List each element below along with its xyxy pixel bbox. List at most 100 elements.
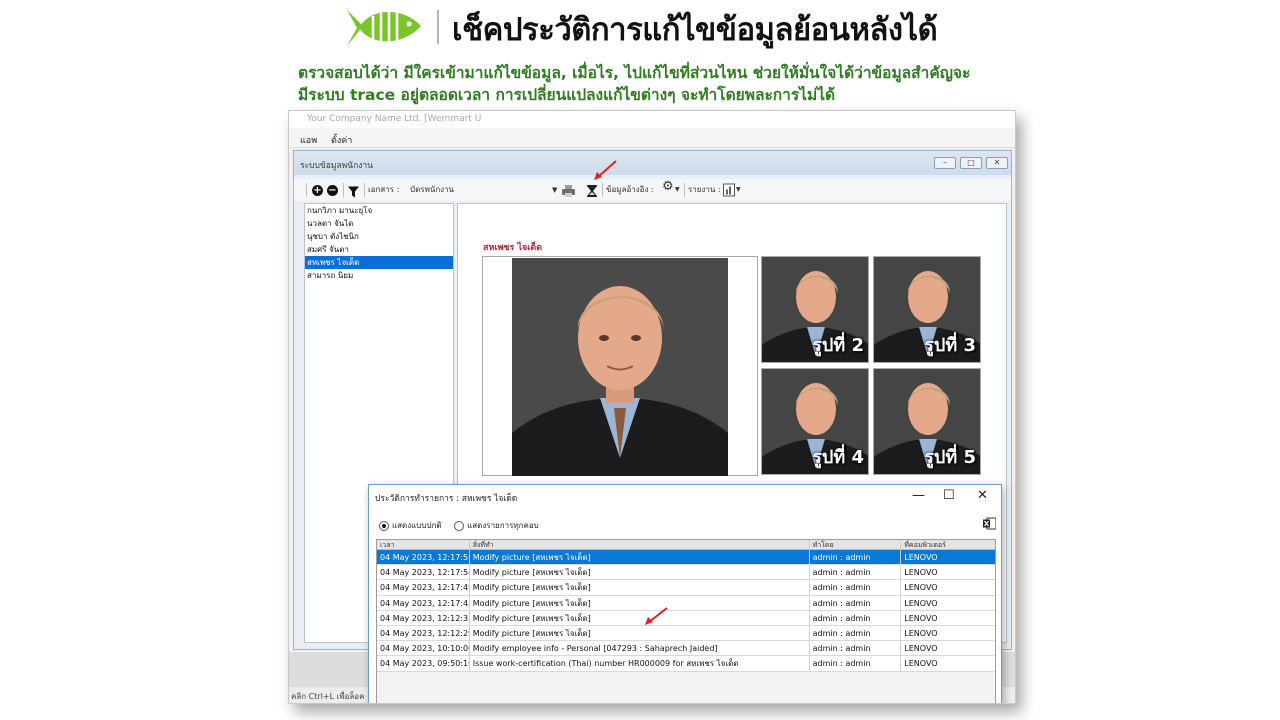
history-hourglass-icon[interactable]: [587, 184, 597, 198]
toolbar-divider: [602, 183, 603, 197]
cell-by: admin : admin: [810, 641, 902, 656]
cell-computer: LENOVO: [904, 644, 938, 654]
add-icon[interactable]: +: [312, 185, 323, 196]
employee-name-heading: สหเพชร ไจเด็ด: [483, 243, 543, 253]
table-row[interactable]: 04 May 2023, 12:17:54 Modify picture [สห…: [377, 565, 995, 581]
red-arrow-annotation: [594, 160, 617, 180]
maximize-icon[interactable]: ☐: [943, 488, 955, 503]
app-title-bar: Your Company Name Ltd. [Wemmart U: [289, 111, 1015, 128]
list-item[interactable]: กนกวิภา มานะยุโจ: [305, 204, 453, 217]
cell-computer: LENOVO: [904, 583, 938, 593]
printer-icon[interactable]: [562, 184, 575, 198]
gear-icon[interactable]: ⚙: [662, 180, 674, 194]
cell-time: 04 May 2023, 12:17:49: [377, 580, 470, 595]
red-arrow-annotation: [645, 607, 668, 625]
view-mode-options: แสดงแบบปกติ แสดงรายการทุกคอบ: [379, 519, 549, 532]
list-item[interactable]: สามารถ นิยม: [305, 269, 453, 282]
remove-icon[interactable]: −: [327, 185, 338, 196]
slide: เช็คประวัติการแก้ไขข้อมูลย้อนหลังได้ ตรว…: [0, 0, 1280, 720]
photo-thumbnail[interactable]: รูปที่ 2: [761, 256, 869, 363]
chevron-down-icon[interactable]: ▼: [675, 183, 680, 197]
cell-by: admin : admin: [810, 656, 902, 671]
photo-label: รูปที่ 2: [812, 335, 864, 356]
list-item[interactable]: นุชบา ตังไชนิก: [305, 230, 453, 243]
column-header-by[interactable]: ทำโดย: [810, 540, 902, 549]
title-separator: [437, 10, 439, 44]
cell-time: 04 May 2023, 12:17:54: [377, 565, 470, 580]
table-row[interactable]: 04 May 2023, 12:12:29 Modify picture [สห…: [377, 625, 995, 642]
cell-computer: LENOVO: [904, 628, 938, 638]
dialog-title: ประวัติการทำรายการ : สหเพชร ไจเด็ด: [375, 494, 518, 504]
close-icon[interactable]: ✕: [977, 488, 988, 503]
table-row[interactable]: 04 May 2023, 10:10:00 Modify employee in…: [377, 641, 995, 657]
column-header-action[interactable]: สิ่งที่ทำ: [470, 540, 810, 549]
window-title: ระบบข้อมูลพนักงาน: [294, 151, 1011, 175]
minimize-button[interactable]: –: [934, 157, 956, 169]
column-header-computer[interactable]: ที่คอมพิวเตอร์: [901, 540, 995, 549]
list-item[interactable]: สมศรี จันตา: [305, 243, 453, 256]
main-photo[interactable]: [482, 256, 758, 476]
photo-thumbnail[interactable]: รูปที่ 5: [873, 368, 981, 475]
cell-by: admin : admin: [810, 625, 902, 641]
table-row[interactable]: 04 May 2023, 12:12:33 Modify picture [สห…: [377, 610, 995, 626]
list-item[interactable]: นวลตา จันได: [305, 217, 453, 230]
table-row[interactable]: 04 May 2023, 09:50:16 Issue work-certifi…: [377, 656, 995, 672]
cell-by: admin : admin: [810, 565, 902, 580]
radio-normal-label: แสดงแบบปกติ: [392, 521, 442, 530]
minimize-icon[interactable]: —: [912, 488, 925, 503]
cell-time: 04 May 2023, 10:10:00: [377, 641, 470, 656]
radio-normal[interactable]: [379, 520, 389, 531]
cell-action: Modify picture [สหเพชร ไจเด็ด]: [470, 565, 810, 580]
report-icon[interactable]: [723, 183, 735, 197]
photo-label: รูปที่ 3: [924, 335, 976, 356]
window-toolbar: + − เอกสาร : บัตรพนักงาน ▼ ข้อมูลอ้างอิง…: [294, 179, 1011, 201]
history-dialog: ประวัติการทำรายการ : สหเพชร ไจเด็ด — ☐ ✕…: [368, 484, 1002, 703]
fish-logo-icon: [347, 10, 421, 46]
toolbar-divider: [684, 183, 685, 197]
maximize-button[interactable]: □: [960, 157, 982, 169]
table-row[interactable]: 04 May 2023, 12:17:45 Modify picture [สห…: [377, 595, 995, 611]
subtitle-line-2: มีระบบ trace อยู่ตลอดเวลา การเปลี่ยนแปลง…: [298, 86, 836, 104]
close-button[interactable]: ✕: [986, 157, 1008, 169]
cell-computer: LENOVO: [904, 568, 938, 578]
menu-item-settings[interactable]: ตั้งค่า: [331, 133, 352, 147]
chevron-down-icon[interactable]: ▼: [552, 183, 557, 197]
doc-label: เอกสาร :: [368, 185, 400, 194]
table-row[interactable]: 04 May 2023, 12:17:58 Modify picture [สห…: [377, 550, 995, 566]
cell-computer: LENOVO: [904, 553, 938, 562]
cell-action: Modify picture [สหเพชร ไจเด็ด]: [470, 595, 810, 610]
cell-action: Modify picture [สหเพชร ไจเด็ด]: [470, 610, 810, 625]
photo-label: รูปที่ 4: [812, 447, 864, 468]
app-menu-bar: แอพ ตั้งค่า: [289, 128, 1015, 148]
cell-action: Modify picture [สหเพชร ไจเด็ด]: [470, 625, 810, 641]
filter-icon[interactable]: [348, 185, 359, 199]
history-table: เวลา สิ่งที่ทำ ทำโดย ที่คอมพิวเตอร์ 04 M…: [376, 539, 996, 703]
toolbar-grip: [306, 183, 307, 197]
cell-by: admin : admin: [810, 595, 902, 610]
list-item-selected[interactable]: สหเพชร ไจเด็ด: [305, 256, 453, 269]
excel-export-icon[interactable]: [983, 517, 996, 530]
radio-all-label: แสดงรายการทุกคอบ: [467, 521, 539, 530]
column-header-time[interactable]: เวลา: [377, 540, 470, 549]
cell-time: 04 May 2023, 12:17:58: [377, 550, 470, 565]
photo-thumbnail[interactable]: รูปที่ 4: [761, 368, 869, 475]
chevron-down-icon[interactable]: ▼: [736, 183, 741, 197]
menu-item-app[interactable]: แอพ: [300, 133, 317, 147]
cell-action: Modify employee info - Personal [047293 …: [470, 641, 810, 656]
photo-thumbnail[interactable]: รูปที่ 3: [873, 256, 981, 363]
cell-time: 04 May 2023, 12:12:33: [377, 610, 470, 625]
cell-by: admin : admin: [810, 610, 902, 625]
app-screenshot: Your Company Name Ltd. [Wemmart U แอพ ตั…: [288, 110, 1016, 704]
cell-by: admin : admin: [810, 550, 902, 565]
doc-select[interactable]: บัตรพนักงาน: [410, 183, 454, 197]
radio-all[interactable]: [454, 520, 465, 531]
page-title: เช็คประวัติการแก้ไขข้อมูลย้อนหลังได้: [452, 12, 938, 48]
cell-computer: LENOVO: [904, 613, 938, 623]
toolbar-divider: [364, 183, 365, 197]
table-header: เวลา สิ่งที่ทำ ทำโดย ที่คอมพิวเตอร์: [377, 540, 995, 550]
photo-label: รูปที่ 5: [924, 447, 976, 468]
cell-time: 04 May 2023, 09:50:16: [377, 656, 470, 671]
table-row[interactable]: 04 May 2023, 12:17:49 Modify picture [สห…: [377, 580, 995, 596]
cell-time: 04 May 2023, 12:17:45: [377, 595, 470, 610]
cell-computer: LENOVO: [904, 659, 938, 669]
